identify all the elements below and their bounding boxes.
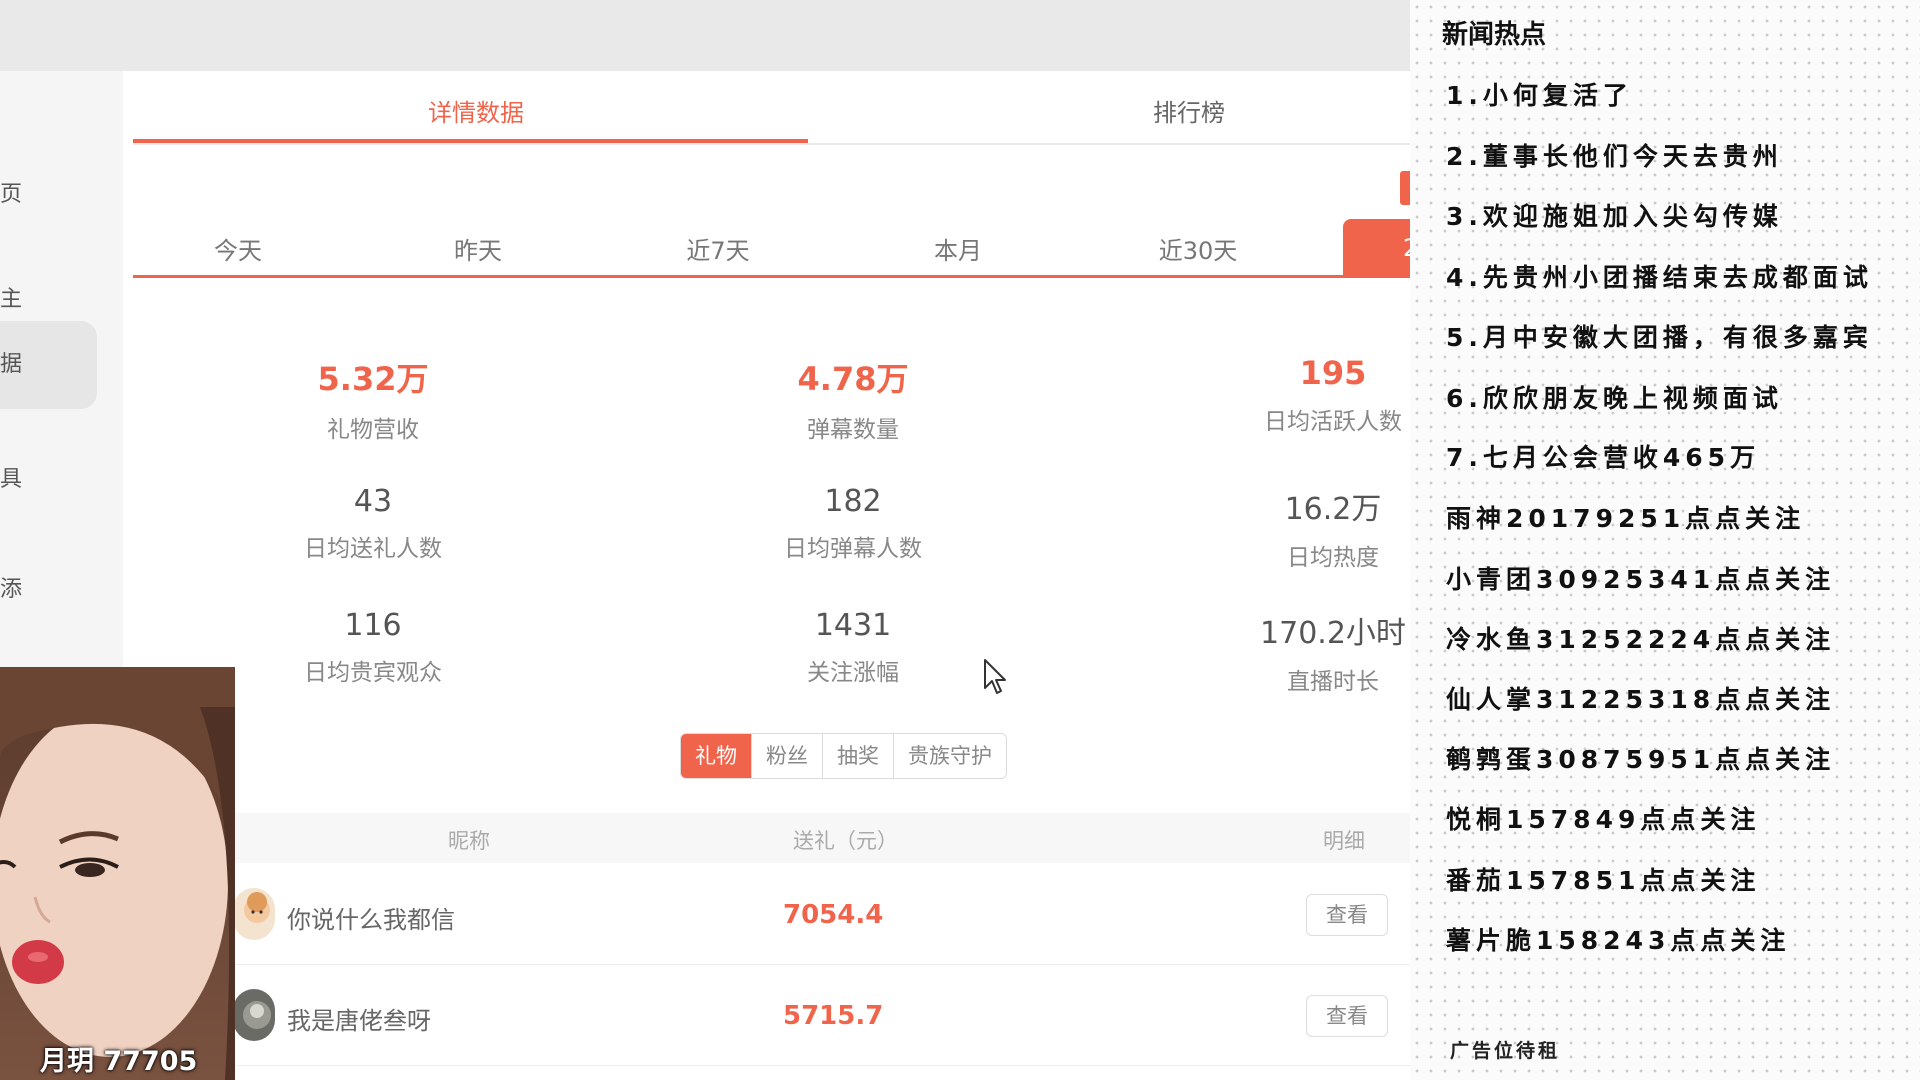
- col-gift-amount: 送礼（元）: [793, 829, 898, 853]
- sidebar-item-home[interactable]: 页: [0, 151, 97, 239]
- stat-label: 日均贵宾观众: [304, 660, 442, 686]
- avatar: [233, 989, 275, 1041]
- range-month[interactable]: 本月: [898, 231, 1018, 266]
- ad-slot-label: 广告位待租: [1450, 1040, 1561, 1062]
- stat-gift-revenue: 5.32万 礼物营收: [223, 354, 523, 444]
- sidebar-item-add[interactable]: 添: [0, 546, 97, 634]
- stat-daily-active: 195 日均活跃人数: [1183, 354, 1410, 436]
- corner-badge: [1400, 171, 1410, 205]
- table-header: 昵称 送礼（元） 明细: [233, 813, 1410, 863]
- news-item: 鹌鹑蛋30875951点点关注: [1446, 745, 1836, 774]
- col-nickname: 昵称: [448, 829, 490, 853]
- table-row: 我是唐佬叁呀 5715.7 查看: [233, 965, 1410, 1066]
- stat-label: 日均活跃人数: [1264, 409, 1402, 435]
- news-item: 悦桐157849点点关注: [1446, 805, 1761, 834]
- range-30days[interactable]: 近30天: [1138, 231, 1258, 266]
- news-item: 薯片脆158243点点关注: [1446, 926, 1791, 955]
- top-tabs: 详情数据 排行榜: [133, 71, 1410, 145]
- stat-value: 4.78万: [797, 360, 909, 398]
- main-panel: 详情数据 排行榜 今天 昨天 近7天 本月 近30天 2 5.32万 礼物营收 …: [123, 71, 1410, 1080]
- news-item: 仙人掌31225318点点关注: [1446, 685, 1836, 714]
- view-details-button[interactable]: 查看: [1306, 995, 1388, 1037]
- news-item: 7.七月公会营收465万: [1446, 443, 1761, 472]
- tab-details[interactable]: 详情数据: [428, 93, 524, 128]
- stat-stream-duration: 170.2小时 直播时长: [1183, 608, 1410, 696]
- detail-segment-control: 礼物 粉丝 抽奖 贵族守护: [680, 733, 1007, 779]
- view-details-button[interactable]: 查看: [1306, 894, 1388, 936]
- news-title: 新闻热点: [1442, 20, 1547, 50]
- stat-value: 195: [1299, 354, 1367, 392]
- stat-daily-gifters: 43 日均送礼人数: [223, 484, 523, 563]
- segment-noble-guard[interactable]: 贵族守护: [893, 734, 1006, 778]
- stat-label: 关注涨幅: [807, 660, 899, 686]
- mouse-cursor-icon: [984, 659, 1006, 694]
- news-item: 番茄157851点点关注: [1446, 866, 1761, 895]
- stat-value: 170.2小时: [1260, 616, 1406, 651]
- stat-follower-growth: 1431 关注涨幅: [703, 608, 1003, 687]
- row-nickname: 你说什么我都信: [287, 906, 455, 934]
- range-custom-active[interactable]: 2: [1343, 219, 1410, 277]
- row-amount: 5715.7: [783, 1001, 884, 1031]
- stat-value: 43: [353, 484, 393, 519]
- table-row: 你说什么我都信 7054.4 查看: [233, 864, 1410, 965]
- news-item: 1.小何复活了: [1446, 81, 1633, 110]
- row-amount: 7054.4: [783, 900, 884, 930]
- avatar: [233, 888, 275, 940]
- stat-label: 弹幕数量: [807, 417, 899, 443]
- segment-fans[interactable]: 粉丝: [751, 734, 822, 778]
- stat-danmaku-count: 4.78万 弹幕数量: [703, 354, 1003, 444]
- stat-label: 直播时长: [1287, 669, 1379, 695]
- news-panel: 新闻热点 1.小何复活了 2.董事长他们今天去贵州 3.欢迎施姐加入尖勾传媒 4…: [1410, 0, 1920, 1080]
- stat-label: 日均弹幕人数: [784, 536, 922, 562]
- stat-value: 182: [824, 484, 882, 519]
- stat-daily-heat: 16.2万 日均热度: [1183, 484, 1410, 572]
- stat-value: 5.32万: [317, 360, 429, 398]
- time-range-tabs: 今天 昨天 近7天 本月 近30天 2: [133, 219, 1410, 278]
- news-item: 小青团30925341点点关注: [1446, 565, 1836, 594]
- stat-label: 礼物营收: [327, 417, 419, 443]
- news-item: 冷水鱼31252224点点关注: [1446, 625, 1836, 654]
- range-7days[interactable]: 近7天: [658, 231, 778, 266]
- sidebar-item-tools[interactable]: 具: [0, 436, 97, 524]
- stat-value: 116: [344, 608, 402, 643]
- col-details: 明细: [1323, 829, 1365, 853]
- news-item: 3.欢迎施姐加入尖勾传媒: [1446, 202, 1783, 231]
- stat-value: 16.2万: [1284, 492, 1382, 527]
- streamer-face-image: [0, 667, 235, 1080]
- stat-value: 1431: [814, 608, 892, 643]
- stat-label: 日均送礼人数: [304, 536, 442, 562]
- segment-lottery[interactable]: 抽奖: [822, 734, 893, 778]
- news-item: 4.先贵州小团播结束去成都面试: [1446, 263, 1873, 292]
- range-today[interactable]: 今天: [178, 231, 298, 266]
- stat-label: 日均热度: [1287, 545, 1379, 571]
- range-yesterday[interactable]: 昨天: [418, 231, 538, 266]
- news-item: 5.月中安徽大团播，有很多嘉宾: [1446, 323, 1873, 352]
- tab-ranking[interactable]: 排行榜: [1153, 93, 1225, 128]
- news-item: 6.欣欣朋友晚上视频面试: [1446, 384, 1783, 413]
- stat-daily-vip-viewers: 116 日均贵宾观众: [223, 608, 523, 687]
- row-nickname: 我是唐佬叁呀: [287, 1007, 431, 1035]
- webcam-overlay: 月玥 77705: [0, 667, 235, 1080]
- news-item: 2.董事长他们今天去贵州: [1446, 142, 1783, 171]
- segment-gifts[interactable]: 礼物: [681, 734, 751, 778]
- news-item: 雨神20179251点点关注: [1446, 504, 1806, 533]
- sidebar-item-data[interactable]: 据: [0, 321, 97, 409]
- active-tab-underline: [133, 139, 808, 143]
- top-header-bar: [0, 0, 1410, 71]
- stat-daily-danmaku-users: 182 日均弹幕人数: [703, 484, 1003, 563]
- webcam-caption: 月玥 77705: [40, 1046, 198, 1077]
